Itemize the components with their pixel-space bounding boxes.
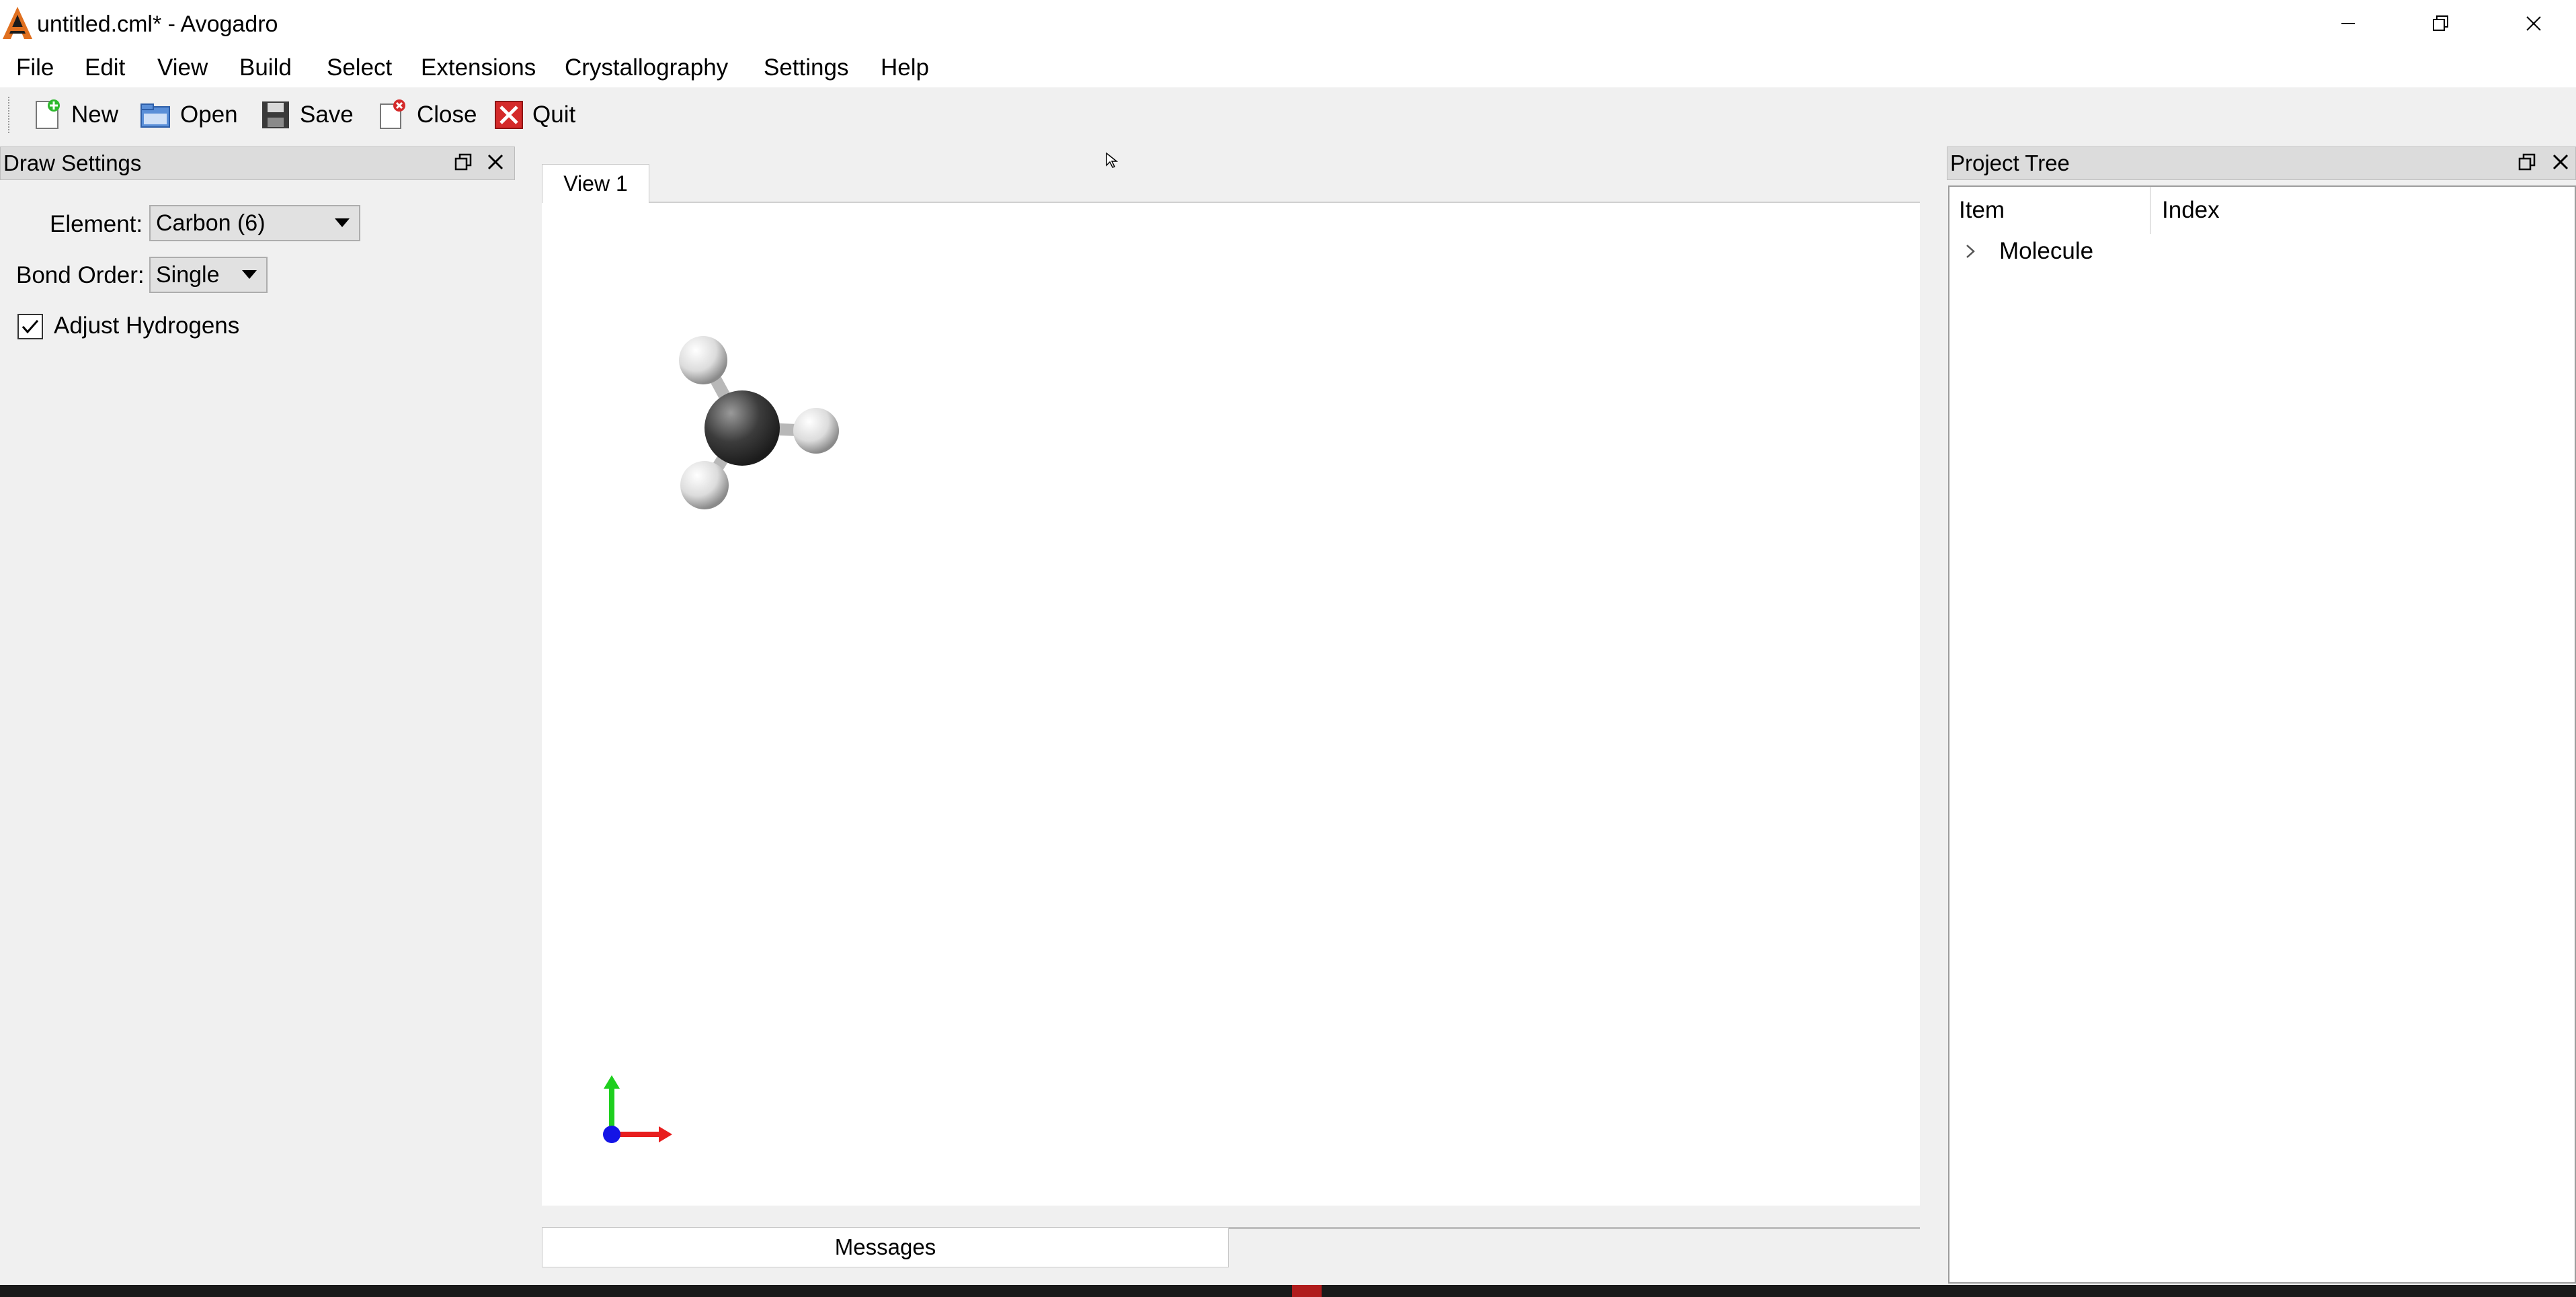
restore-button[interactable] [2394, 0, 2487, 47]
mouse-cursor-icon [1106, 152, 1119, 168]
minimize-icon [2341, 23, 2355, 24]
float-icon [454, 153, 472, 171]
save-button[interactable]: Save [259, 94, 354, 136]
chevron-down-icon [242, 270, 257, 279]
element-combobox[interactable]: Carbon (6) [149, 205, 360, 241]
quit-button[interactable]: Quit [493, 94, 575, 136]
chevron-down-icon [335, 218, 350, 227]
save-disk-icon [262, 101, 289, 128]
hydrogen-atom[interactable] [793, 408, 839, 454]
project-tree-title: Project Tree [1950, 151, 2070, 175]
menu-bar: File Edit View Build Select Extensions C… [0, 48, 2576, 87]
window-close-button[interactable] [2487, 0, 2576, 47]
new-button[interactable]: New [31, 94, 118, 136]
column-header-item[interactable]: Item [1949, 187, 2151, 234]
draw-settings-float-button[interactable] [452, 151, 475, 173]
open-folder-icon [140, 103, 170, 128]
menu-file[interactable]: File [16, 48, 54, 87]
adjust-hydrogens-label[interactable]: Adjust Hydrogens [54, 311, 239, 341]
bond-order-value: Single [156, 262, 220, 288]
messages-divider [1229, 1227, 1920, 1229]
close-button[interactable]: Close [376, 94, 477, 136]
quit-label: Quit [532, 101, 576, 128]
save-label: Save [300, 101, 354, 128]
molecule-scene [603, 336, 839, 1143]
close-label: Close [417, 101, 477, 128]
close-icon [487, 154, 504, 170]
taskbar-indicator [1292, 1285, 1322, 1297]
molecule-3d-view[interactable] [542, 203, 1920, 1206]
menu-view[interactable]: View [157, 48, 208, 87]
minimize-button[interactable] [2302, 0, 2394, 47]
tree-row-molecule[interactable]: Molecule [1949, 235, 2573, 267]
close-icon [2526, 16, 2541, 31]
main-toolbar: New Open Save Close Quit [0, 90, 2576, 140]
menu-edit[interactable]: Edit [85, 48, 125, 87]
messages-tab[interactable]: Messages [542, 1227, 1229, 1267]
draw-settings-title: Draw Settings [3, 151, 142, 175]
float-icon [2518, 153, 2536, 171]
tree-item-molecule: Molecule [1999, 238, 2094, 264]
column-header-index[interactable]: Index [2152, 187, 2573, 234]
close-icon [2552, 154, 2569, 170]
draw-settings-titlebar[interactable]: Draw Settings [0, 147, 515, 180]
hydrogen-atom[interactable] [679, 336, 727, 384]
chevron-right-icon[interactable] [1963, 243, 1978, 259]
hydrogen-atom[interactable] [680, 461, 729, 509]
open-label: Open [180, 101, 238, 128]
z-axis-dot [603, 1126, 620, 1143]
quit-icon [495, 101, 523, 129]
bond-order-label: Bond Order: [16, 262, 145, 288]
element-label: Element: [50, 211, 143, 237]
project-tree-titlebar[interactable]: Project Tree [1947, 147, 2576, 180]
close-document-icon [380, 99, 405, 129]
x-axis-arrowhead [659, 1126, 672, 1142]
methyl-molecule[interactable] [679, 336, 839, 509]
title-bar: untitled.cml* - Avogadro [0, 0, 2576, 48]
project-tree-view[interactable] [1948, 185, 2576, 1284]
bond-order-combobox[interactable]: Single [149, 257, 268, 293]
taskbar-strip [0, 1285, 2576, 1297]
new-label: New [71, 101, 119, 128]
element-value: Carbon (6) [156, 210, 266, 236]
menu-extensions[interactable]: Extensions [421, 48, 536, 87]
window-title: untitled.cml* - Avogadro [37, 11, 278, 37]
axes-indicator [603, 1075, 672, 1143]
project-tree-float-button[interactable] [2515, 151, 2538, 173]
carbon-atom[interactable] [705, 390, 780, 466]
menu-select[interactable]: Select [327, 48, 392, 87]
open-button[interactable]: Open [138, 94, 238, 136]
avogadro-logo-icon [3, 7, 32, 39]
checkmark-icon [22, 320, 39, 334]
menu-build[interactable]: Build [239, 48, 292, 87]
tab-view-1[interactable]: View 1 [542, 164, 649, 203]
menu-settings[interactable]: Settings [764, 48, 848, 87]
toolbar-grip[interactable] [8, 97, 13, 133]
y-axis-arrowhead [604, 1075, 620, 1089]
draw-settings-close-button[interactable] [484, 151, 507, 173]
menu-help[interactable]: Help [881, 48, 929, 87]
menu-crystallography[interactable]: Crystallography [565, 48, 728, 87]
new-document-icon [36, 99, 60, 129]
restore-icon [2433, 15, 2448, 31]
project-tree-close-button[interactable] [2549, 151, 2572, 173]
adjust-hydrogens-checkbox[interactable] [17, 314, 43, 339]
